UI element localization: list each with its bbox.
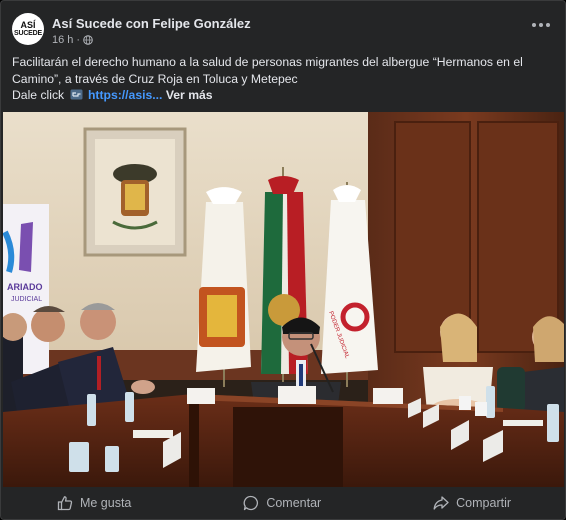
post-actions: Me gusta Comentar Compartir bbox=[1, 487, 565, 519]
banner-text-1: ARIADO bbox=[7, 282, 43, 292]
author-name[interactable]: Así Sucede con Felipe González bbox=[52, 16, 251, 31]
dale-click-text: Dale click bbox=[12, 88, 65, 102]
photo-illustration: ARIADO JUDICIAL PODER JUDICIAL bbox=[3, 112, 564, 487]
post-header: ASÍ SUCEDE Así Sucede con Felipe Gonzále… bbox=[1, 1, 565, 53]
post-text-line-3: Dale click https://asis... Ver más bbox=[12, 87, 552, 104]
like-button[interactable]: Me gusta bbox=[57, 495, 131, 511]
more-options-icon[interactable] bbox=[527, 15, 555, 35]
post-meta: 16 h · bbox=[52, 34, 93, 46]
post-text: Facilitarán el derecho humano a la salud… bbox=[12, 54, 552, 104]
share-button[interactable]: Compartir bbox=[433, 495, 511, 511]
comment-label: Comentar bbox=[266, 496, 322, 510]
post-card: ASÍ SUCEDE Así Sucede con Felipe Gonzále… bbox=[0, 0, 566, 520]
thumbs-up-icon bbox=[57, 496, 73, 511]
share-label: Compartir bbox=[456, 496, 512, 510]
meta-separator: · bbox=[76, 34, 81, 46]
like-label: Me gusta bbox=[79, 496, 132, 510]
see-more-link[interactable]: Ver más bbox=[166, 88, 213, 102]
avatar-text-bottom: SUCEDE bbox=[14, 30, 42, 37]
avatar[interactable]: ASÍ SUCEDE bbox=[12, 13, 44, 45]
post-link[interactable]: https://asis... bbox=[88, 88, 163, 102]
globe-icon bbox=[83, 35, 93, 45]
post-time[interactable]: 16 h bbox=[52, 34, 73, 46]
post-text-line-2: Camino”, a través de Cruz Roja en Toluca… bbox=[12, 71, 298, 86]
post-text-line-1: Facilitarán el derecho humano a la salud… bbox=[12, 55, 523, 69]
banner-text-2: JUDICIAL bbox=[11, 296, 42, 303]
pointing-finger-icon bbox=[70, 89, 83, 100]
share-icon bbox=[433, 496, 449, 510]
comment-icon bbox=[243, 495, 259, 511]
comment-button[interactable]: Comentar bbox=[243, 495, 321, 511]
post-photo[interactable]: ARIADO JUDICIAL PODER JUDICIAL bbox=[3, 112, 564, 487]
avatar-text-top: ASÍ bbox=[20, 20, 36, 30]
